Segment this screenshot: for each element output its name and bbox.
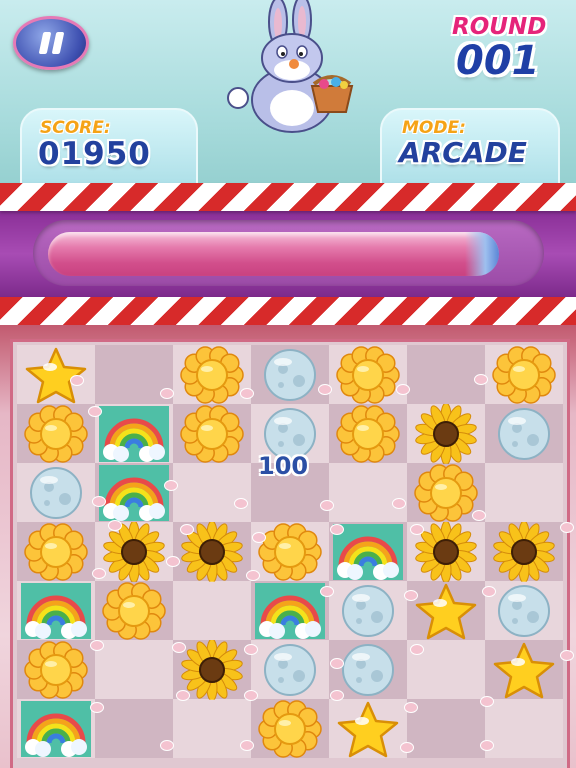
star-tile[interactable] — [331, 699, 405, 759]
score-label: SCORE: — [40, 118, 111, 138]
petal-decoration — [92, 496, 106, 507]
board-cell[interactable] — [407, 699, 485, 758]
petal-decoration — [330, 690, 344, 701]
rainbow-tile[interactable] — [19, 581, 93, 641]
petal-decoration — [240, 740, 254, 751]
mode-label: MODE: — [402, 118, 466, 138]
flower-tile[interactable] — [19, 522, 93, 582]
progress-bar-fill — [48, 232, 499, 276]
board-cell[interactable] — [173, 581, 251, 640]
moon-tile[interactable] — [331, 581, 405, 641]
petal-decoration — [560, 522, 574, 533]
petal-decoration — [92, 568, 106, 579]
petal-decoration — [410, 644, 424, 655]
petal-decoration — [330, 658, 344, 669]
petal-decoration — [160, 388, 174, 399]
board-cell[interactable] — [329, 463, 407, 522]
moon-tile[interactable] — [487, 581, 561, 641]
petal-decoration — [404, 590, 418, 601]
petal-decoration — [320, 586, 334, 597]
sunflower-tile[interactable] — [487, 522, 561, 582]
petal-decoration — [90, 702, 104, 713]
petal-decoration — [244, 690, 258, 701]
flower-tile[interactable] — [19, 640, 93, 700]
petal-decoration — [180, 524, 194, 535]
petal-decoration — [70, 375, 84, 386]
flower-tile[interactable] — [331, 404, 405, 464]
petal-decoration — [392, 498, 406, 509]
petal-decoration — [108, 520, 122, 531]
flower-tile[interactable] — [331, 345, 405, 405]
flower-tile[interactable] — [175, 345, 249, 405]
moon-tile[interactable] — [253, 345, 327, 405]
petal-decoration — [246, 570, 260, 581]
petal-decoration — [88, 406, 102, 417]
petal-decoration — [480, 740, 494, 751]
pause-button[interactable] — [13, 16, 89, 70]
candy-stripe-top — [0, 183, 576, 211]
mode-value: ARCADE — [399, 136, 527, 169]
petal-decoration — [400, 742, 414, 753]
board-cell[interactable] — [485, 463, 563, 522]
petal-decoration — [482, 586, 496, 597]
bunny-mascot — [227, 0, 354, 133]
moon-tile[interactable] — [253, 640, 327, 700]
petal-decoration — [252, 532, 266, 543]
candy-stripe-bottom — [0, 297, 576, 325]
petal-decoration — [474, 374, 488, 385]
sunflower-tile[interactable] — [409, 404, 483, 464]
score-value: 01950 — [38, 136, 151, 172]
floating-score: 100 — [258, 452, 309, 480]
pause-icon-bar — [51, 32, 65, 54]
petal-decoration — [176, 690, 190, 701]
petal-decoration — [244, 644, 258, 655]
flower-tile[interactable] — [19, 404, 93, 464]
petal-decoration — [234, 498, 248, 509]
round-label: ROUND — [452, 14, 547, 40]
rainbow-tile[interactable] — [97, 404, 171, 464]
petal-decoration — [160, 740, 174, 751]
star-tile[interactable] — [19, 345, 93, 405]
petal-decoration — [396, 384, 410, 395]
petal-decoration — [320, 500, 334, 511]
petal-decoration — [472, 510, 486, 521]
petal-decoration — [172, 642, 186, 653]
flower-tile[interactable] — [97, 581, 171, 641]
rainbow-tile[interactable] — [19, 699, 93, 759]
star-tile[interactable] — [487, 640, 561, 700]
petal-decoration — [164, 480, 178, 491]
board-cell[interactable] — [173, 699, 251, 758]
board-cell[interactable] — [173, 463, 251, 522]
moon-tile[interactable] — [19, 463, 93, 523]
petal-decoration — [404, 702, 418, 713]
petal-decoration — [90, 640, 104, 651]
petal-decoration — [560, 650, 574, 661]
petal-decoration — [240, 388, 254, 399]
petal-decoration — [410, 524, 424, 535]
star-tile[interactable] — [409, 581, 483, 641]
flower-tile[interactable] — [487, 345, 561, 405]
petal-decoration — [166, 556, 180, 567]
board-cell[interactable] — [485, 699, 563, 758]
round-value: 001 — [456, 38, 540, 84]
pause-icon — [38, 32, 52, 54]
petal-decoration — [318, 384, 332, 395]
board-cell[interactable] — [407, 345, 485, 404]
board-cell[interactable] — [95, 640, 173, 699]
flower-tile[interactable] — [253, 522, 327, 582]
petal-decoration — [480, 696, 494, 707]
flower-tile[interactable] — [175, 404, 249, 464]
sunflower-tile[interactable] — [97, 522, 171, 582]
rainbow-tile[interactable] — [253, 581, 327, 641]
petal-decoration — [330, 524, 344, 535]
rainbow-tile[interactable] — [97, 463, 171, 523]
moon-tile[interactable] — [487, 404, 561, 464]
flower-tile[interactable] — [253, 699, 327, 759]
